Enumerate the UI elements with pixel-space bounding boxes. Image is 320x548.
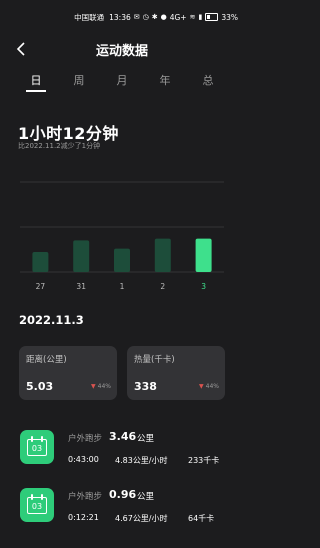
tab-month[interactable]: 月	[107, 72, 137, 88]
activity-distance-unit: 公里	[137, 492, 155, 502]
x-tick-label: 3	[201, 282, 206, 291]
activity-item[interactable]: 03 户外跑步 0.96 公里 0:12:21 4.67公里/小时 64千卡	[0, 488, 244, 548]
tab-week[interactable]: 周	[64, 72, 94, 88]
activity-distance: 3.46	[109, 430, 137, 443]
chart-bar[interactable]	[73, 240, 90, 272]
battery-level: 33%	[221, 12, 238, 22]
activity-pace: 4.67公里/小时	[115, 514, 168, 523]
x-tick-label: 27	[36, 282, 46, 291]
distance-change-value: 44%	[97, 383, 111, 390]
x-tick-label: 31	[76, 282, 86, 291]
calendar-icon: 03	[20, 488, 54, 522]
chart-bar[interactable]	[154, 238, 171, 272]
header: 运动数据	[0, 34, 244, 64]
activity-calories: 233千卡	[188, 456, 220, 465]
tab-year[interactable]: 年	[150, 72, 180, 88]
status-bar: 中国联通 13:36 ✉ ◷ ✱ ● 4G+ ≋ ▮ 33%	[0, 0, 244, 34]
notification-icon: ✉	[133, 13, 140, 21]
activity-distance-unit: 公里	[137, 434, 155, 444]
daily-activity-chart: 27 31 1 2 3	[20, 181, 224, 291]
calories-card[interactable]: 热量(千卡) 338 ▼ 44%	[127, 346, 225, 400]
activity-item[interactable]: 03 户外跑步 3.46 公里 0:43:00 4.83公里/小时 233千卡	[0, 430, 244, 490]
back-button[interactable]	[12, 40, 30, 58]
chart-bar[interactable]	[114, 248, 130, 272]
distance-value: 5.03	[26, 380, 54, 393]
calendar-icon: 03	[20, 430, 54, 464]
decrease-arrow-icon: ▼	[91, 383, 96, 390]
period-tabs: 日 周 月 年 总	[0, 72, 244, 92]
signal-icon: ▮	[198, 13, 203, 21]
location-icon: ●	[160, 13, 167, 21]
chart-bar[interactable]	[32, 252, 49, 272]
x-tick-label: 1	[120, 282, 125, 291]
calories-label: 热量(千卡)	[134, 355, 175, 365]
tab-day[interactable]: 日	[21, 72, 51, 92]
x-tick-label: 2	[160, 282, 165, 291]
activity-pace: 4.83公里/小时	[115, 456, 168, 465]
activity-calories: 64千卡	[188, 514, 215, 523]
chevron-left-icon	[16, 42, 25, 56]
page-title: 运动数据	[95, 43, 148, 59]
distance-label: 距离(公里)	[26, 355, 67, 365]
activity-duration: 0:12:21	[68, 513, 99, 522]
activity-distance: 0.96	[109, 488, 137, 501]
activity-type: 户外跑步	[68, 492, 103, 502]
distance-change: ▼ 44%	[91, 383, 111, 390]
duration-comparison: 比2022.11.2减少了1分钟	[18, 142, 101, 150]
selected-date: 2022.11.3	[19, 313, 84, 327]
calories-change: ▼ 44%	[199, 383, 219, 390]
activity-duration: 0:43:00	[68, 455, 99, 464]
chart-bar[interactable]	[195, 238, 212, 272]
distance-card[interactable]: 距离(公里) 5.03 ▼ 44%	[19, 346, 117, 400]
tab-total[interactable]: 总	[193, 72, 223, 88]
bluetooth-icon: ✱	[151, 13, 158, 21]
status-time: 13:36	[109, 12, 131, 22]
network-type: 4G+	[169, 12, 187, 22]
activity-type: 户外跑步	[68, 434, 103, 444]
carrier-label: 中国联通	[74, 12, 105, 22]
calories-change-value: 44%	[205, 383, 219, 390]
wifi-icon: ≋	[189, 13, 196, 21]
alarm-icon: ◷	[142, 13, 149, 21]
decrease-arrow-icon: ▼	[199, 383, 204, 390]
battery-icon	[205, 13, 219, 21]
calendar-day: 03	[31, 444, 43, 453]
calendar-day: 03	[31, 502, 43, 511]
calories-value: 338	[134, 380, 157, 393]
